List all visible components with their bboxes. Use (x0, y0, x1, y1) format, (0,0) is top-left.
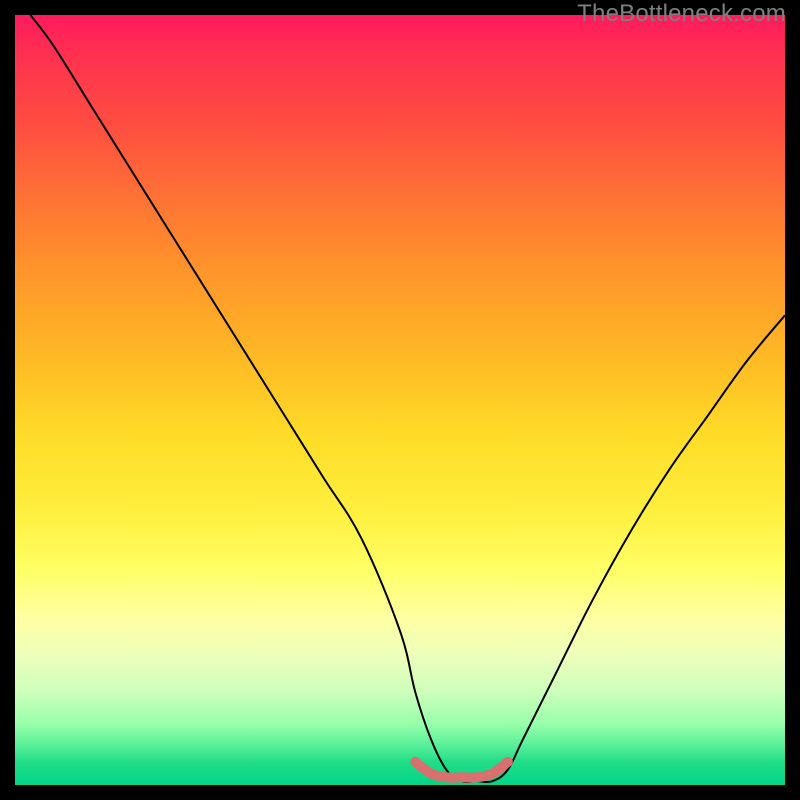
chart-container: TheBottleneck.com (0, 0, 800, 800)
bottleneck-curve (30, 15, 785, 782)
flat-bottom-highlight (415, 762, 507, 778)
chart-svg (15, 15, 785, 785)
watermark-text: TheBottleneck.com (577, 0, 786, 28)
